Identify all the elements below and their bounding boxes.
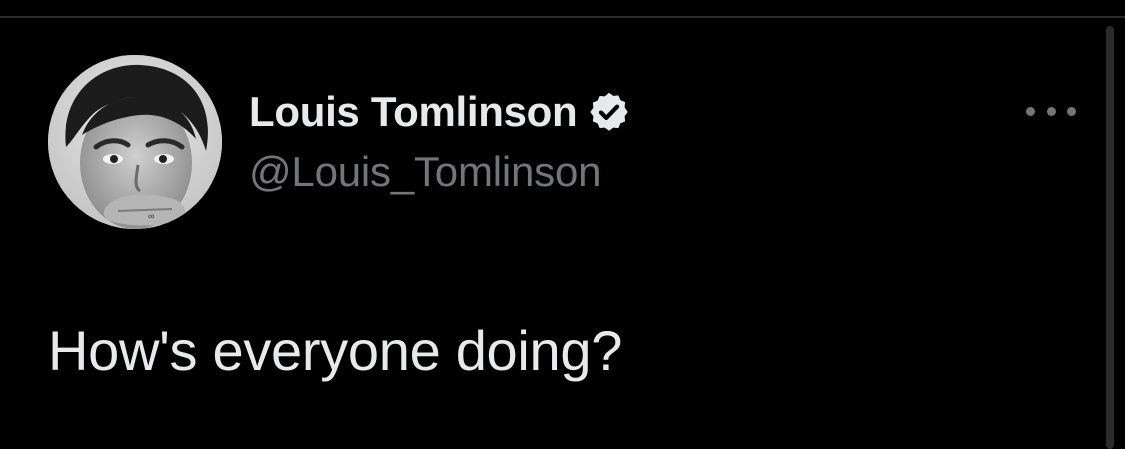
more-dot-icon	[1046, 106, 1056, 116]
svg-text:∞: ∞	[148, 211, 154, 221]
more-dot-icon	[1026, 106, 1035, 116]
author-handle[interactable]: @Louis_Tomlinson	[249, 148, 601, 196]
avatar[interactable]: ∞	[48, 55, 222, 229]
author-name-row[interactable]: Louis Tomlinson	[249, 86, 631, 138]
more-dot-icon	[1067, 106, 1076, 116]
author-display-name[interactable]: Louis Tomlinson	[249, 88, 578, 136]
scrollbar[interactable]	[1106, 26, 1114, 449]
top-divider	[0, 16, 1125, 18]
more-options-button[interactable]	[1026, 96, 1076, 126]
tweet-text: How's everyone doing?	[48, 319, 623, 382]
avatar-photo-icon: ∞	[48, 55, 222, 229]
verified-badge-icon	[587, 90, 631, 134]
